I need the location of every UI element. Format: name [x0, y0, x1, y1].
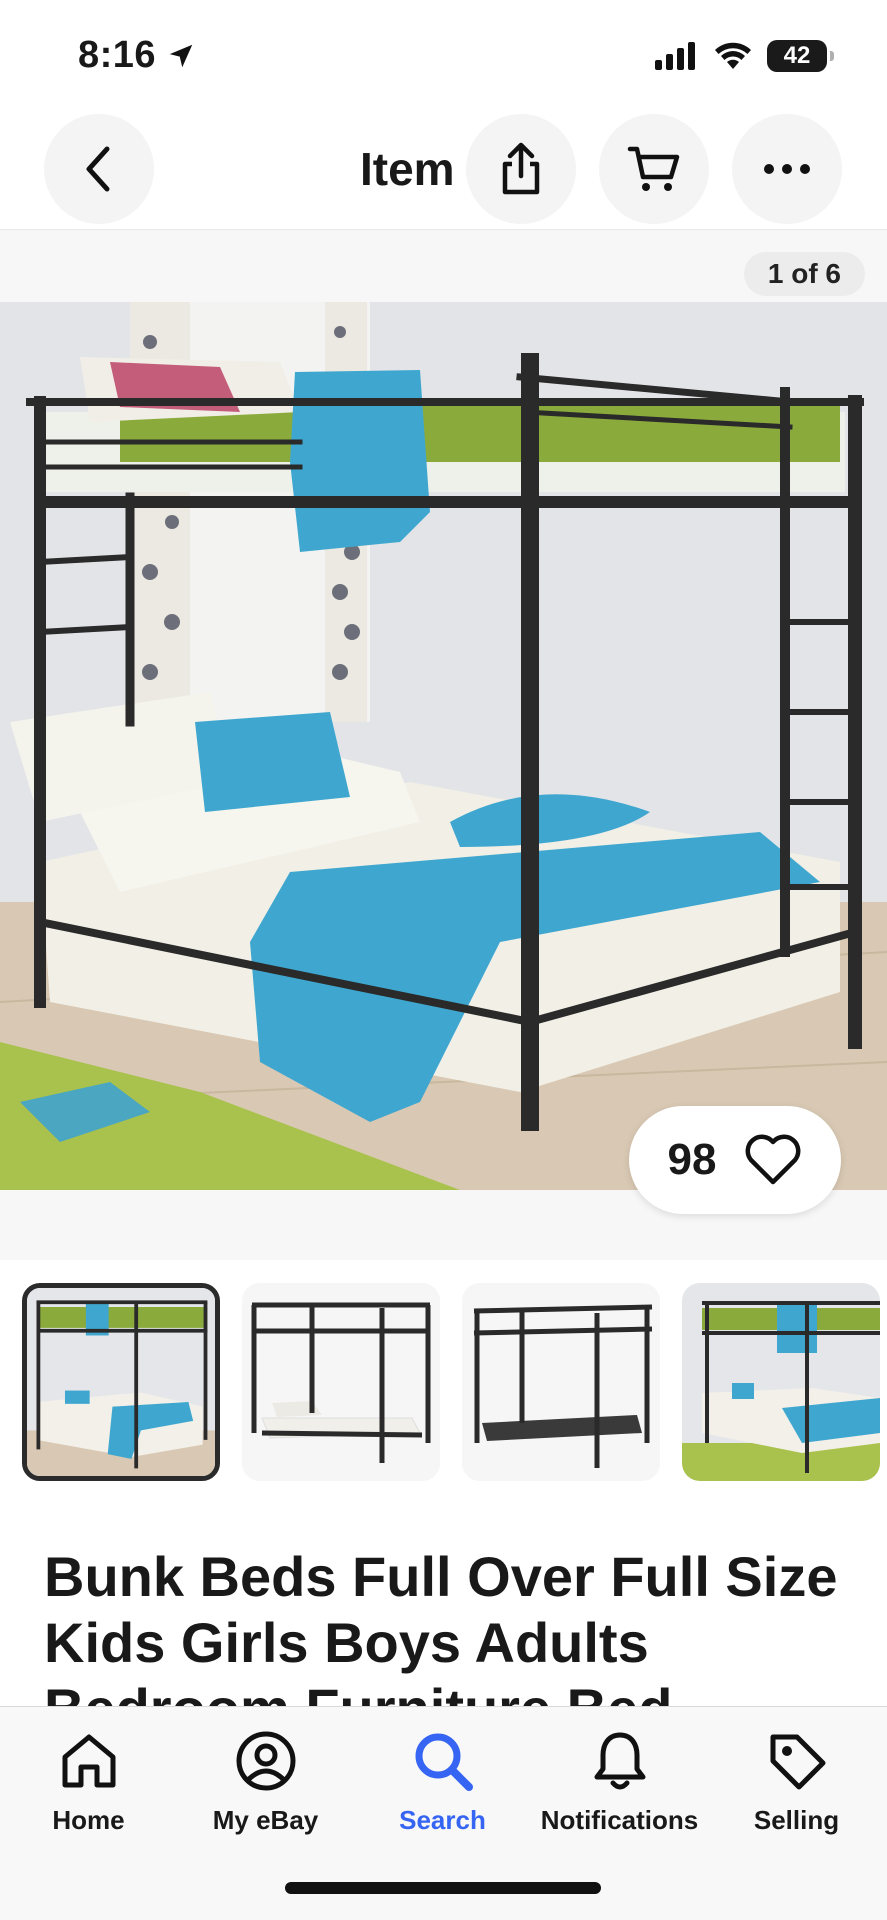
- share-button[interactable]: [466, 114, 576, 224]
- tab-selling[interactable]: Selling: [708, 1729, 885, 1836]
- thumbnail-1[interactable]: [22, 1283, 220, 1481]
- watch-count: 98: [667, 1135, 717, 1184]
- watch-button[interactable]: 98: [629, 1106, 841, 1214]
- more-horizontal-icon: [764, 164, 810, 174]
- tab-home[interactable]: Home: [0, 1729, 177, 1836]
- title-region: Bunk Beds Full Over Full Size Kids Girls…: [0, 1530, 887, 1706]
- status-time: 8:16: [78, 34, 196, 77]
- heart-icon: [746, 1134, 801, 1185]
- top-navigation: Item: [0, 112, 887, 230]
- more-options-button[interactable]: [732, 114, 842, 224]
- thumbnail-bed-scene: [27, 1288, 215, 1476]
- status-bar: 8:16 42: [0, 0, 887, 112]
- page-title: Item: [360, 143, 455, 195]
- cart-button[interactable]: [599, 114, 709, 224]
- main-product-image[interactable]: [0, 302, 887, 1190]
- thumbnail-frame-only: [462, 1283, 660, 1481]
- profile-icon: [236, 1731, 295, 1791]
- thumbnail-strip: [22, 1283, 887, 1483]
- tab-search-label: Search: [399, 1805, 486, 1835]
- cellular-signal-icon: [655, 42, 695, 70]
- item-title: Bunk Beds Full Over Full Size Kids Girls…: [44, 1545, 838, 1706]
- tag-icon: [770, 1734, 825, 1790]
- image-counter: 1 of 6: [743, 252, 865, 296]
- thumbnail-2[interactable]: [242, 1283, 440, 1481]
- thumbnail-frame-mattress: [242, 1283, 440, 1481]
- cart-icon: [627, 146, 680, 191]
- thumbnail-3[interactable]: [462, 1283, 660, 1481]
- back-button[interactable]: [44, 114, 154, 224]
- bell-icon: [594, 1732, 645, 1790]
- chevron-left-icon: [86, 146, 110, 192]
- home-indicator: [285, 1882, 601, 1894]
- battery-level: 42: [783, 42, 811, 69]
- tab-selling-label: Selling: [753, 1805, 840, 1835]
- wifi-icon: [715, 42, 751, 69]
- tab-notifications[interactable]: Notifications: [531, 1729, 708, 1836]
- tab-notifications-label: Notifications: [540, 1805, 699, 1835]
- tab-my-ebay-label: My eBay: [212, 1805, 319, 1835]
- share-icon: [502, 142, 540, 195]
- location-arrow-icon: [169, 44, 193, 67]
- battery-indicator: 42: [767, 40, 834, 72]
- tab-home-label: Home: [52, 1805, 125, 1835]
- tab-search[interactable]: Search: [354, 1729, 531, 1836]
- bunk-bed-photo: [0, 302, 887, 1190]
- status-indicators: 42: [655, 40, 834, 72]
- tab-my-ebay[interactable]: My eBay: [177, 1729, 354, 1836]
- search-icon: [415, 1733, 473, 1791]
- clock-text: 8:16: [78, 34, 157, 76]
- thumbnail-bed-scene-alt: [682, 1283, 880, 1481]
- home-icon: [62, 1734, 115, 1788]
- thumbnail-4[interactable]: [682, 1283, 880, 1481]
